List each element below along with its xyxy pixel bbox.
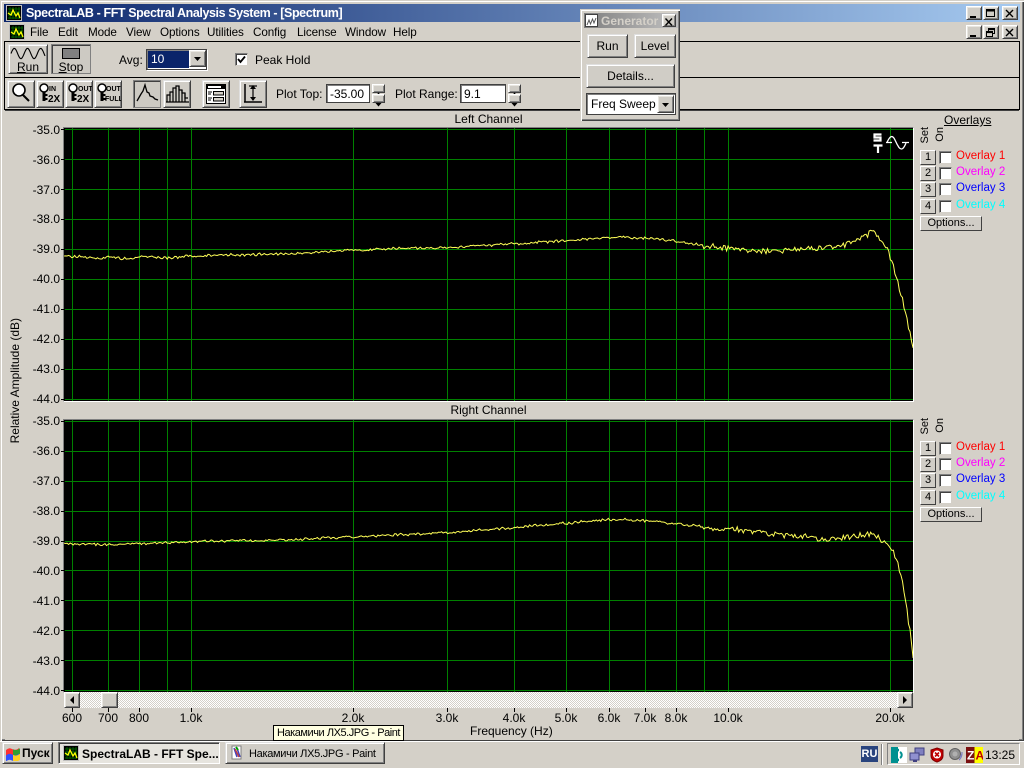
svg-text:Z: Z — [967, 749, 974, 763]
svg-text:IN: IN — [49, 86, 56, 93]
svg-text:2X: 2X — [77, 94, 90, 105]
svg-text:A: A — [976, 749, 984, 763]
svg-text:OUT: OUT — [78, 86, 92, 93]
svg-text:FULL: FULL — [105, 96, 121, 103]
svg-text:2X: 2X — [48, 94, 61, 105]
svg-text:OUT: OUT — [106, 86, 121, 93]
